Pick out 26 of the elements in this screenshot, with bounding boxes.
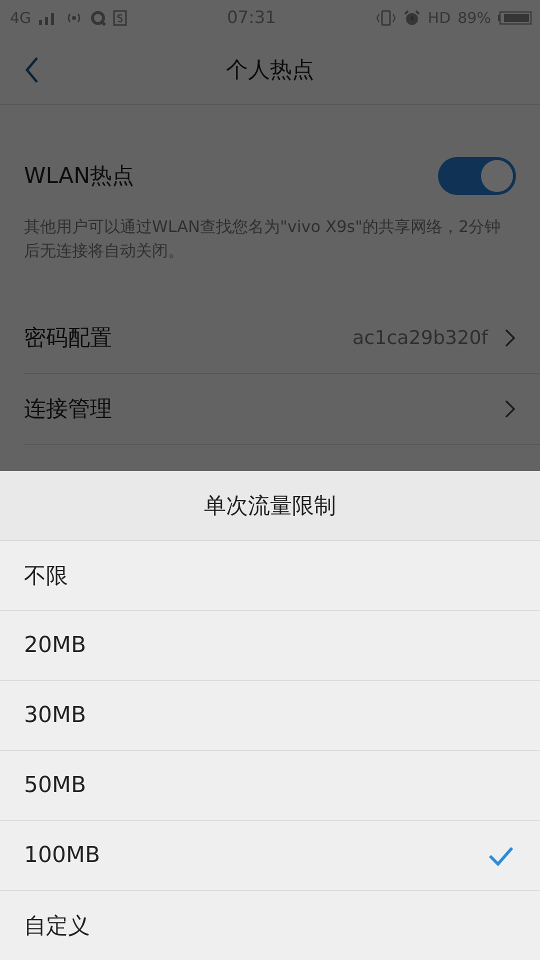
- chevron-right-icon: [504, 328, 516, 348]
- option-label: 100MB: [24, 843, 100, 868]
- option-item[interactable]: 30MB: [0, 681, 540, 751]
- setting-label: 连接管理: [24, 396, 112, 424]
- option-item[interactable]: 自定义: [0, 891, 540, 960]
- option-label: 50MB: [24, 773, 86, 798]
- vibrate-icon: [376, 10, 396, 26]
- option-label: 20MB: [24, 633, 86, 658]
- option-item[interactable]: 20MB: [0, 611, 540, 681]
- hotspot-toggle[interactable]: [438, 157, 516, 195]
- chevron-right-icon: [504, 399, 516, 419]
- option-label: 自定义: [24, 912, 90, 940]
- hotspot-label: WLAN热点: [24, 163, 134, 191]
- s-box-icon: [113, 10, 128, 26]
- battery-icon: [498, 11, 532, 25]
- option-item[interactable]: 50MB: [0, 751, 540, 821]
- option-item[interactable]: 不限: [0, 541, 540, 611]
- q-icon: [90, 10, 106, 26]
- page-title: 个人热点: [226, 57, 314, 85]
- back-chevron-icon: [24, 56, 40, 84]
- option-item[interactable]: 100MB: [0, 821, 540, 891]
- alarm-icon: [402, 10, 421, 26]
- sheet-title: 单次流量限制: [0, 471, 540, 541]
- setting-label: 密码配置: [24, 325, 112, 353]
- option-label: 30MB: [24, 703, 86, 728]
- option-label: 不限: [24, 562, 68, 590]
